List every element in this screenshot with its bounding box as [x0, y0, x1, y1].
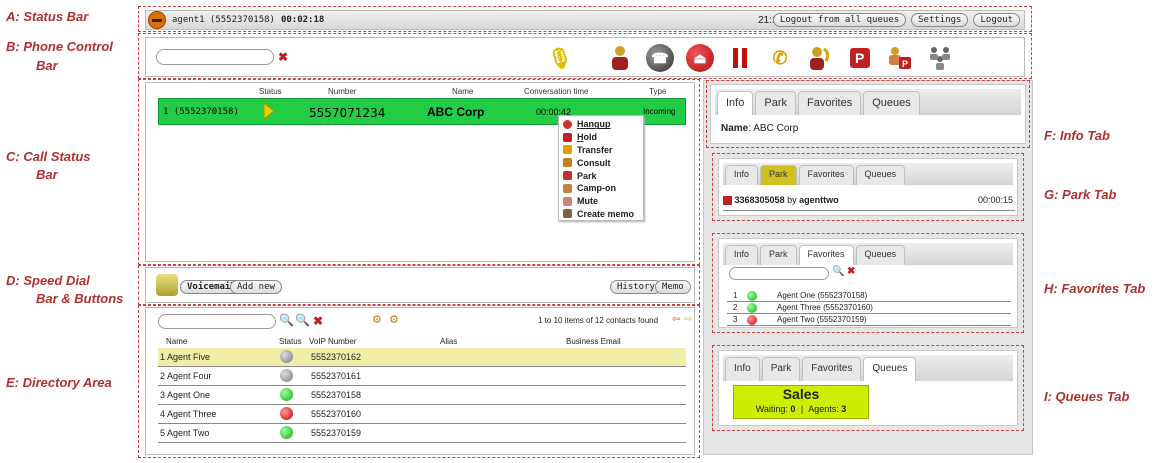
annotation-d2: Bar & Buttons: [36, 291, 124, 306]
annotation-e: E: Directory Area: [6, 375, 112, 390]
annotation-h: H: Favorites Tab: [1044, 281, 1146, 296]
outline-park-tab: [712, 153, 1024, 221]
outline-phone-control: [138, 33, 1032, 79]
outline-status-bar: [138, 6, 1032, 32]
annotation-b2: Bar: [36, 58, 58, 73]
annotation-f: F: Info Tab: [1044, 128, 1110, 143]
outline-directory: [138, 305, 700, 458]
annotation-b1: B: Phone Control: [6, 39, 113, 54]
outline-queues-tab: [712, 345, 1024, 431]
annotation-a: A: Status Bar: [6, 9, 89, 24]
outline-favorites-tab: [712, 233, 1024, 333]
annotation-d1: D: Speed Dial: [6, 273, 90, 288]
outline-speed-dial: [138, 265, 700, 305]
outline-call-status: [138, 79, 700, 265]
annotation-i: I: Queues Tab: [1044, 389, 1130, 404]
annotation-c2: Bar: [36, 167, 58, 182]
annotation-c1: C: Call Status: [6, 149, 91, 164]
annotation-g: G: Park Tab: [1044, 187, 1117, 202]
outline-info-tab: [706, 80, 1030, 148]
